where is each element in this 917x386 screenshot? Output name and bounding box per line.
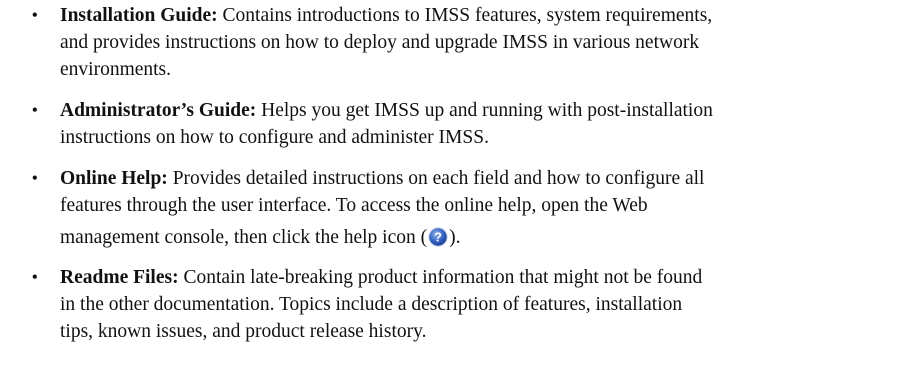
list-item-text: Administrator’s Guide: Helps you get IMS…: [60, 97, 910, 151]
item-description: Contains introductions to IMSS features,…: [222, 5, 713, 26]
bullet-marker: •: [32, 170, 38, 187]
text-line: instructions on how to configure and adm…: [60, 127, 489, 148]
text-line: in the other documentation. Topics inclu…: [60, 294, 683, 315]
item-description: Contain late-breaking product informatio…: [183, 267, 703, 288]
item-description: Helps you get IMSS up and running with p…: [261, 100, 713, 121]
item-description: Provides detailed instructions on each f…: [172, 168, 705, 189]
list-item-text: Readme Files: Contain late-breaking prod…: [60, 264, 910, 345]
text-line: and provides instructions on how to depl…: [60, 32, 700, 53]
text-line: Readme Files: Contain late-breaking prod…: [60, 264, 910, 291]
list-item-text: Online Help: Provides detailed instructi…: [60, 165, 910, 251]
text-line: Administrator’s Guide: Helps you get IMS…: [60, 97, 910, 124]
bullet-marker: •: [32, 102, 38, 119]
svg-text:?: ?: [434, 230, 442, 245]
list-item-text: Installation Guide: Contains introductio…: [60, 2, 910, 83]
item-term: Online Help:: [60, 168, 168, 189]
text-line: management console, then click the help …: [60, 224, 910, 251]
bullet-marker: •: [32, 269, 38, 286]
item-term: Readme Files:: [60, 267, 179, 288]
help-icon: ?: [428, 227, 448, 247]
text-line: tips, known issues, and product release …: [60, 321, 427, 342]
text-line: environments.: [60, 59, 172, 80]
text-line: features through the user interface. To …: [60, 195, 648, 216]
text-line: Installation Guide: Contains introductio…: [60, 2, 910, 29]
text-line: Online Help: Provides detailed instructi…: [60, 165, 910, 192]
item-term: Installation Guide:: [60, 5, 218, 26]
item-term: Administrator’s Guide:: [60, 100, 257, 121]
bullet-marker: •: [32, 7, 38, 24]
text-before-icon: management console, then click the help …: [60, 227, 428, 248]
text-after-icon: ).: [449, 227, 461, 248]
